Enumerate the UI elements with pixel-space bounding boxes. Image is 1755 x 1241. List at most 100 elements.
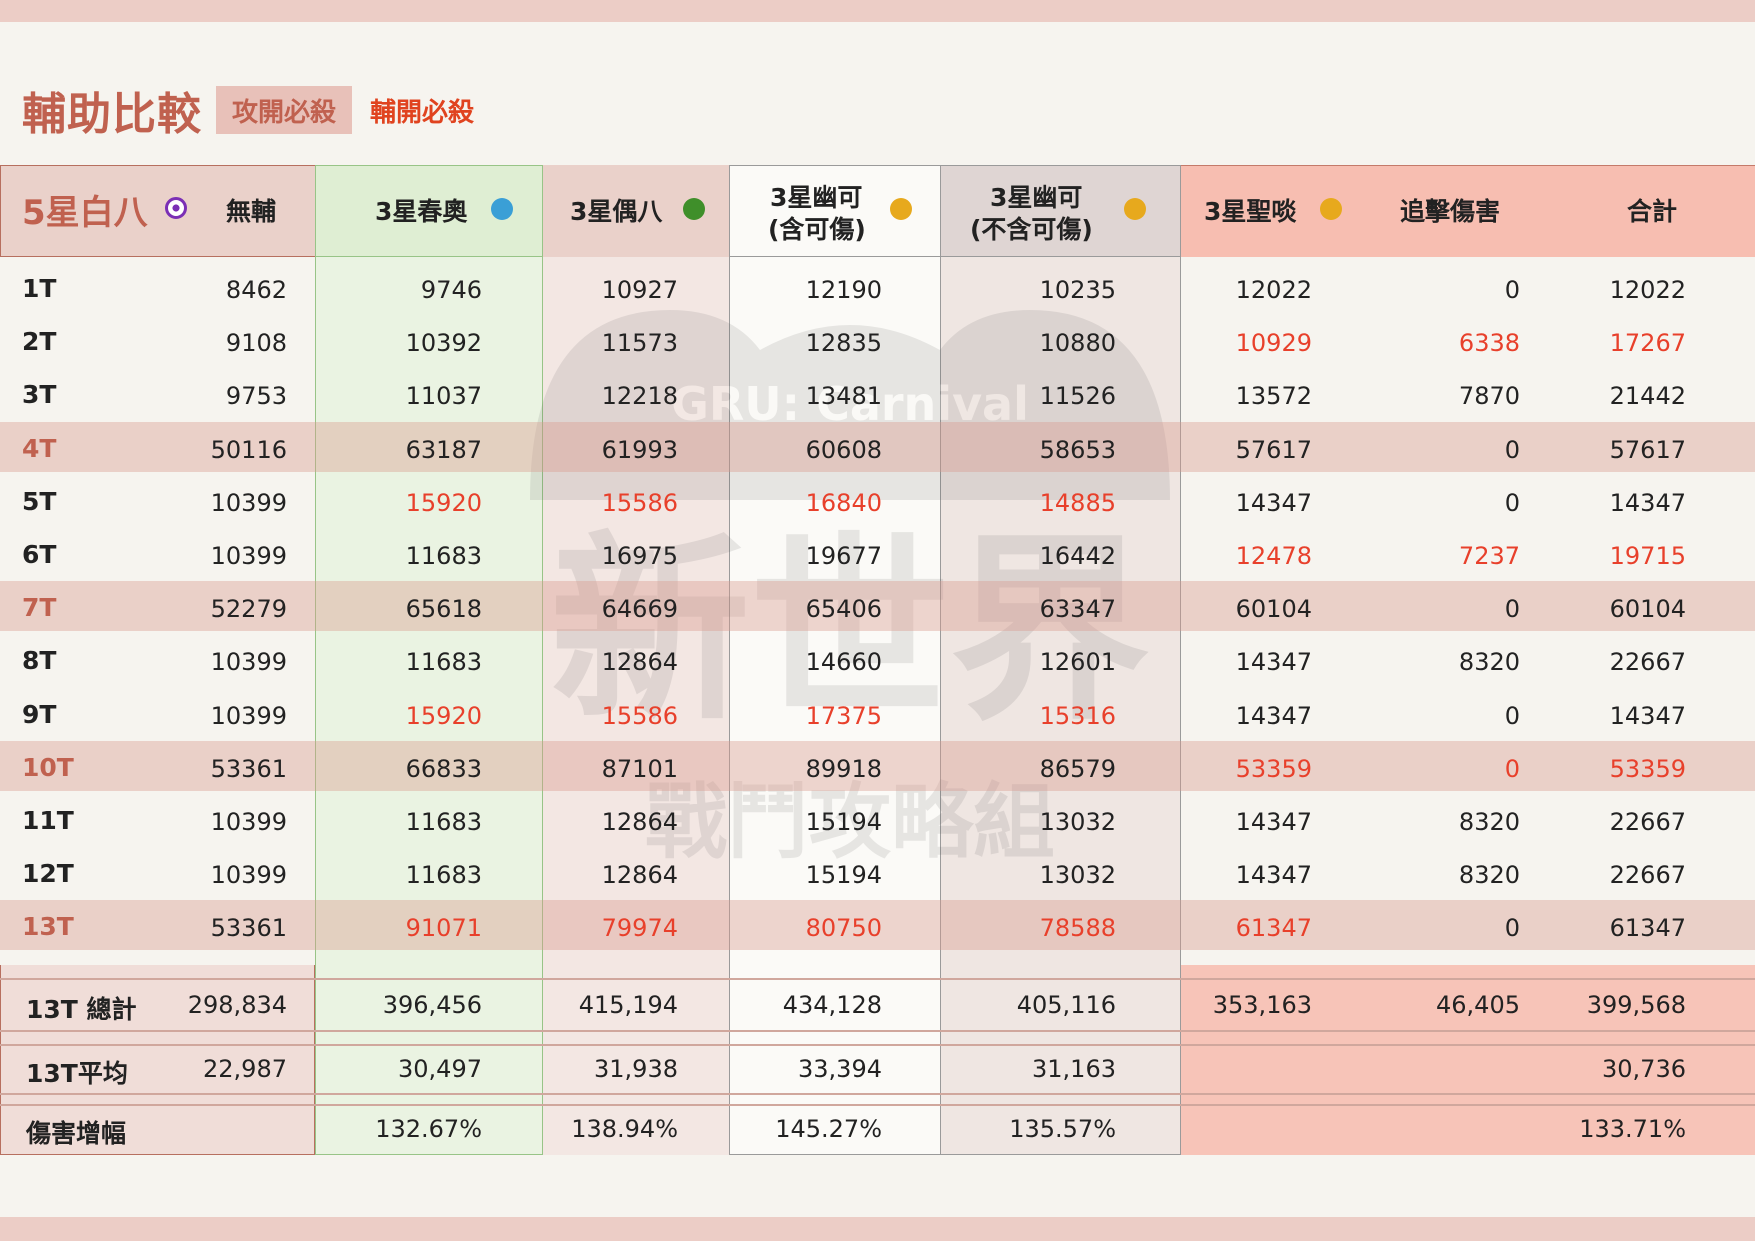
turn-label: 5T (22, 486, 57, 516)
turn-label: 10T (22, 752, 74, 782)
damage-cell: 66833 (405, 754, 482, 783)
summary-label: 傷害增幅 (26, 1119, 127, 1148)
damage-cell: 10399 (210, 701, 287, 730)
attack-crit-chip: 攻開必殺 (216, 86, 353, 134)
damage-cell: 14347 (1235, 648, 1312, 677)
damage-cell: 10392 (405, 329, 482, 358)
water-drops-icon (491, 198, 513, 220)
base-unit-name: 5星白八 (22, 193, 148, 233)
turn-label: 6T (22, 540, 57, 569)
damage-cell: 58653 (1039, 435, 1116, 464)
damage-cell: 14347 (1609, 701, 1686, 730)
page-title: 輔助比較 (22, 89, 202, 140)
chun-header: 3星春奧 (375, 197, 468, 226)
damage-cell: 10235 (1039, 276, 1116, 304)
damage-cell: 19715 (1609, 542, 1686, 570)
summary-cell: 353,163 (1212, 991, 1312, 1019)
damage-cell: 10399 (210, 808, 287, 836)
summary-cell: 31,938 (594, 1055, 678, 1083)
damage-cell: 14885 (1039, 488, 1116, 517)
damage-cell: 91071 (405, 914, 482, 943)
damage-cell: 65618 (405, 595, 482, 624)
damage-cell: 8320 (1458, 808, 1520, 836)
damage-cell: 13032 (1039, 808, 1116, 836)
summary-cell: 298,834 (187, 991, 287, 1019)
totals-divider-2 (0, 1044, 1755, 1046)
damage-cell: 10929 (1235, 329, 1312, 358)
summary-cell: 399,568 (1586, 991, 1686, 1019)
bottom-band (0, 1217, 1755, 1241)
damage-cell: 63187 (405, 435, 482, 464)
damage-cell: 61347 (1609, 914, 1686, 943)
damage-cell: 12218 (601, 382, 678, 411)
damage-cell: 60104 (1609, 595, 1686, 624)
no-support-header: 無輔 (226, 197, 277, 226)
damage-cell: 11683 (405, 808, 482, 836)
damage-cell: 14347 (1235, 488, 1312, 517)
summary-cell: 46,405 (1436, 991, 1520, 1019)
damage-cell: 89918 (805, 754, 882, 783)
damage-cell: 0 (1504, 914, 1520, 943)
sun-icon (1124, 198, 1146, 220)
damage-cell: 60104 (1235, 595, 1312, 624)
turn-label: 1T (22, 274, 57, 303)
damage-cell: 16840 (805, 488, 882, 517)
damage-cell: 14347 (1235, 701, 1312, 730)
support-crit-label: 輔開必殺 (370, 97, 475, 128)
summary-cell: 396,456 (382, 991, 482, 1019)
damage-cell: 16975 (601, 542, 678, 570)
sun-icon (1320, 198, 1342, 220)
damage-cell: 17375 (805, 701, 882, 730)
damage-cell: 11683 (405, 648, 482, 677)
damage-cell: 10927 (601, 276, 678, 304)
damage-cell: 12601 (1039, 648, 1116, 677)
damage-cell: 14347 (1609, 488, 1686, 517)
summary-cell: 33,394 (798, 1055, 882, 1083)
damage-cell: 11683 (405, 542, 482, 570)
totals-top-line (0, 978, 1755, 980)
turn-label: 9T (22, 699, 57, 729)
damage-cell: 10399 (210, 488, 287, 517)
damage-cell: 9108 (225, 329, 287, 358)
damage-cell: 12022 (1609, 276, 1686, 304)
damage-cell: 78588 (1039, 914, 1116, 943)
damage-cell: 0 (1504, 276, 1520, 304)
damage-cell: 52279 (210, 595, 287, 624)
damage-cell: 50116 (210, 435, 287, 464)
turn-label: 2T (22, 327, 57, 357)
summary-cell: 135.57% (1009, 1115, 1116, 1143)
total-header: 合計 (1627, 197, 1678, 226)
damage-cell: 86579 (1039, 754, 1116, 783)
damage-cell: 0 (1504, 701, 1520, 730)
damage-cell: 12835 (805, 329, 882, 358)
damage-cell: 0 (1504, 488, 1520, 517)
damage-cell: 11683 (405, 861, 482, 890)
damage-cell: 9753 (225, 382, 287, 411)
turn-label: 12T (22, 859, 74, 889)
damage-cell: 12864 (601, 861, 678, 890)
damage-cell: 22667 (1609, 861, 1686, 890)
damage-cell: 9746 (420, 276, 482, 304)
damage-cell: 11526 (1039, 382, 1116, 411)
summary-cell: 22,987 (203, 1055, 287, 1083)
top-band (0, 0, 1755, 22)
summary-cell: 31,163 (1032, 1055, 1116, 1083)
damage-cell: 64669 (601, 595, 678, 624)
damage-cell: 7870 (1458, 382, 1520, 411)
summary-cell: 405,116 (1016, 991, 1116, 1019)
damage-cell: 21442 (1609, 382, 1686, 411)
damage-cell: 22667 (1609, 648, 1686, 677)
damage-cell: 19677 (805, 542, 882, 570)
damage-cell: 22667 (1609, 808, 1686, 836)
damage-cell: 63347 (1039, 595, 1116, 624)
damage-cell: 10399 (210, 861, 287, 890)
damage-cell: 14347 (1235, 808, 1312, 836)
damage-cell: 6338 (1458, 329, 1520, 358)
swirl-icon (165, 197, 187, 219)
damage-cell: 11037 (405, 382, 482, 411)
summary-label: 13T 總計 (26, 995, 137, 1024)
damage-cell: 8320 (1458, 861, 1520, 890)
damage-cell: 10880 (1039, 329, 1116, 358)
damage-cell: 53361 (210, 914, 287, 943)
damage-cell: 8462 (225, 276, 287, 304)
